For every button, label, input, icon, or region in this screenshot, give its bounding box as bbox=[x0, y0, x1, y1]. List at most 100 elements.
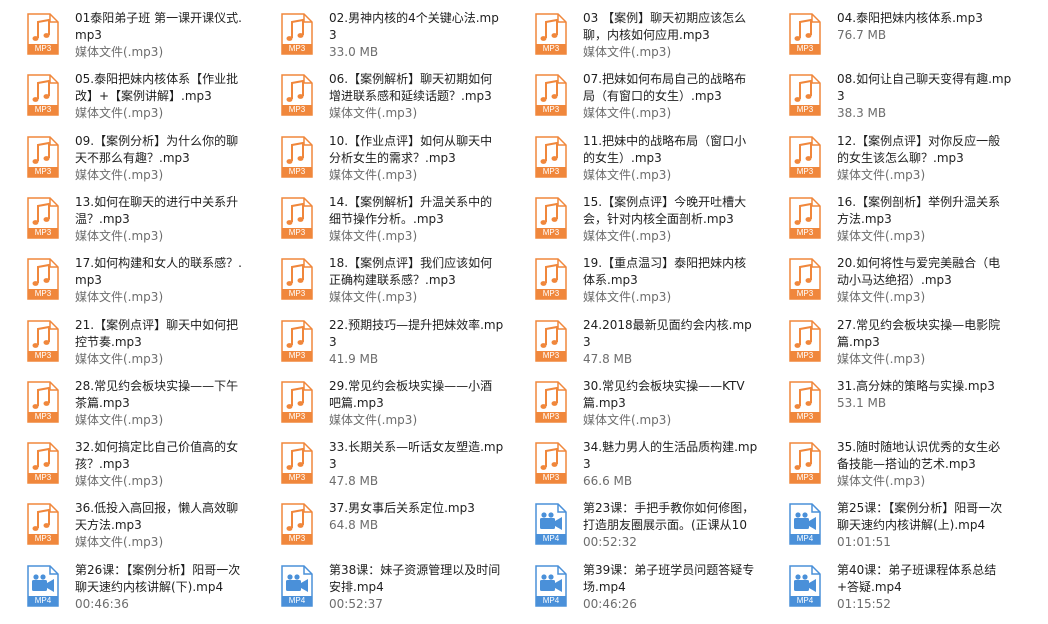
file-duration: 00:52:32 bbox=[583, 535, 637, 550]
file-text: 05.泰阳把妹内核体系【作业批改】+【案例讲解】.mp3 媒体文件(.mp3) bbox=[75, 71, 250, 122]
file-duration: 00:52:37 bbox=[329, 596, 383, 611]
file-item[interactable]: MP3 20.如何将性与爱完美融合（电动小马达绝招）.mp3 媒体文件(.mp3) bbox=[762, 249, 1012, 307]
file-name: 34.魅力男人的生活品质构建.mp3 bbox=[583, 440, 758, 472]
file-type-badge: MP3 bbox=[796, 473, 814, 483]
file-item[interactable]: MP3 30.常见约会板块实操——KTV篇.mp3 媒体文件(.mp3) bbox=[508, 372, 758, 430]
file-meta: 媒体文件(.mp3) bbox=[75, 535, 164, 550]
file-name: 15.【案例点评】今晚开吐槽大会，针对内核全面剖析.mp3 bbox=[583, 194, 747, 226]
mp4-video-icon: MP4 bbox=[27, 564, 59, 607]
file-type-badge: MP3 bbox=[34, 350, 52, 360]
file-name: 09.【案例分析】为什么你的聊天不那么有趣？.mp3 bbox=[75, 133, 239, 165]
file-type-badge: MP3 bbox=[288, 44, 306, 53]
file-type-badge: MP4 bbox=[288, 595, 306, 605]
file-text: 24.2018最新见面约会内核.mp3 47.8 MB bbox=[583, 317, 758, 368]
file-item[interactable]: MP3 12.【案例点评】对你反应一般的女生该怎么聊？.mp3 媒体文件(.mp3) bbox=[762, 127, 1012, 185]
file-type-badge: MP4 bbox=[796, 534, 814, 544]
mp3-file-icon: MP3 bbox=[535, 442, 567, 484]
file-type-badge: MP3 bbox=[796, 166, 814, 176]
file-item[interactable]: MP3 02.男神内核的4个关键心法.mp3 33.0 MB bbox=[254, 4, 504, 62]
file-meta: 47.8 MB bbox=[329, 474, 379, 489]
mp3-file-icon: MP3 bbox=[281, 319, 313, 362]
file-item[interactable]: MP4 第39课：弟子班学员问题答疑专场.mp4 00:46:26 bbox=[508, 556, 758, 614]
mp4-video-icon: MP4 bbox=[535, 564, 567, 607]
file-item[interactable]: MP3 32.如何搞定比自己价值高的女孩？.mp3 媒体文件(.mp3) bbox=[0, 433, 250, 491]
file-text: 37.男女事后关系定位.mp3 64.8 MB bbox=[329, 500, 504, 534]
file-item[interactable]: MP3 18.【案例点评】我们应该如何正确构建联系感？.mp3 媒体文件(.mp3) bbox=[254, 249, 504, 307]
file-item[interactable]: MP4 第38课：妹子资源管理以及时间安排.mp4 00:52:37 bbox=[254, 556, 504, 614]
file-item[interactable]: MP3 09.【案例分析】为什么你的聊天不那么有趣？.mp3 媒体文件(.mp3) bbox=[0, 127, 250, 185]
file-item[interactable]: MP3 28.常见约会板块实操——下午茶篇.mp3 媒体文件(.mp3) bbox=[0, 372, 250, 430]
file-name: 18.【案例点评】我们应该如何正确构建联系感？.mp3 bbox=[329, 256, 493, 288]
file-item[interactable]: MP4 第23课：手把手教你如何修图，打造朋友圈展示面。(正课从10分40... 0… bbox=[508, 494, 758, 552]
file-item[interactable]: MP4 第40课：弟子班课程体系总结+答疑.mp4 01:15:52 bbox=[762, 556, 1012, 614]
mp3-file-icon: MP3 bbox=[535, 74, 567, 117]
mp3-file-icon: MP3 bbox=[27, 319, 59, 362]
file-item[interactable]: MP3 37.男女事后关系定位.mp3 64.8 MB bbox=[254, 494, 504, 552]
mp3-file-icon: MP3 bbox=[789, 74, 821, 117]
file-item[interactable]: MP3 36.低投入高回报，懒人高效聊天方法.mp3 媒体文件(.mp3) bbox=[0, 494, 250, 552]
file-text: 17.如何构建和女人的联系感？.mp3 媒体文件(.mp3) bbox=[75, 255, 250, 306]
file-type-badge: MP3 bbox=[542, 350, 560, 360]
file-name: 03 【案例】聊天初期应该怎么聊，内核如何应用.mp3 bbox=[583, 11, 747, 42]
file-type-badge: MP3 bbox=[288, 289, 306, 299]
file-type-badge: MP3 bbox=[288, 227, 306, 237]
file-item[interactable]: MP3 07.把妹如何布局自己的战略布局（有窗口的女生）.mp3 媒体文件(.mp3… bbox=[508, 65, 758, 123]
file-text: 04.泰阳把妹内核体系.mp3 76.7 MB bbox=[837, 10, 1012, 44]
file-item[interactable]: MP3 19.【重点温习】泰阳把妹内核体系.mp3 媒体文件(.mp3) bbox=[508, 249, 758, 307]
file-item[interactable]: MP3 04.泰阳把妹内核体系.mp3 76.7 MB bbox=[762, 4, 1012, 62]
file-name: 10.【作业点评】如何从聊天中分析女生的需求？.mp3 bbox=[329, 133, 493, 165]
file-item[interactable]: MP4 第26课：【案例分析】阳哥一次聊天速约内核讲解(下).mp4 00:46:3… bbox=[0, 556, 250, 614]
file-name: 35.随时随地认识优秀的女生必备技能—搭讪的艺术.mp3 bbox=[837, 440, 1001, 472]
file-name: 36.低投入高回报，懒人高效聊天方法.mp3 bbox=[75, 501, 239, 533]
mp4-video-icon: MP4 bbox=[789, 503, 821, 546]
file-type-badge: MP4 bbox=[542, 534, 560, 544]
file-item[interactable]: MP3 24.2018最新见面约会内核.mp3 47.8 MB bbox=[508, 311, 758, 369]
mp4-video-icon: MP4 bbox=[281, 564, 313, 607]
file-type-badge: MP3 bbox=[34, 105, 52, 115]
file-text: 02.男神内核的4个关键心法.mp3 33.0 MB bbox=[329, 10, 504, 61]
file-name: 02.男神内核的4个关键心法.mp3 bbox=[329, 11, 499, 42]
file-text: 06.【案例解析】聊天初期如何增进联系感和延续话题？.mp3 媒体文件(.mp3) bbox=[329, 71, 504, 122]
file-item[interactable]: MP4 第25课：【案例分析】阳哥一次聊天速约内核讲解(上).mp4 01:01:5… bbox=[762, 494, 1012, 552]
file-name: 第23课：手把手教你如何修图，打造朋友圈展示面。(正课从10分40... bbox=[583, 501, 755, 533]
file-text: 13.如何在聊天的进行中关系升温？.mp3 媒体文件(.mp3) bbox=[75, 194, 250, 245]
file-item[interactable]: MP3 21.【案例点评】聊天中如何把控节奏.mp3 媒体文件(.mp3) bbox=[0, 311, 250, 369]
file-item[interactable]: MP3 29.常见约会板块实操——小酒吧篇.mp3 媒体文件(.mp3) bbox=[254, 372, 504, 430]
mp3-file-icon: MP3 bbox=[789, 442, 821, 484]
mp3-file-icon: MP3 bbox=[281, 503, 313, 546]
file-item[interactable]: MP3 01泰阳弟子班 第一课开课仪式.mp3 媒体文件(.mp3) bbox=[0, 4, 250, 62]
mp3-file-icon: MP3 bbox=[27, 442, 59, 484]
file-item[interactable]: MP3 16.【案例剖析】举例升温关系方法.mp3 媒体文件(.mp3) bbox=[762, 188, 1012, 246]
file-item[interactable]: MP3 34.魅力男人的生活品质构建.mp3 66.6 MB bbox=[508, 433, 758, 491]
file-item[interactable]: MP3 17.如何构建和女人的联系感？.mp3 媒体文件(.mp3) bbox=[0, 249, 250, 307]
file-meta: 33.0 MB bbox=[329, 45, 379, 59]
file-item[interactable]: MP3 13.如何在聊天的进行中关系升温？.mp3 媒体文件(.mp3) bbox=[0, 188, 250, 246]
file-text: 27.常见约会板块实操—电影院篇.mp3 媒体文件(.mp3) bbox=[837, 317, 1012, 368]
file-item[interactable]: MP3 08.如何让自己聊天变得有趣.mp3 38.3 MB bbox=[762, 65, 1012, 123]
file-text: 19.【重点温习】泰阳把妹内核体系.mp3 媒体文件(.mp3) bbox=[583, 255, 758, 306]
mp3-file-icon: MP3 bbox=[535, 135, 567, 178]
file-text: 第39课：弟子班学员问题答疑专场.mp4 00:46:26 bbox=[583, 562, 758, 613]
file-item[interactable]: MP3 31.高分妹的策略与实操.mp3 53.1 MB bbox=[762, 372, 1012, 430]
file-name: 22.预期技巧—提升把妹效率.mp3 bbox=[329, 317, 504, 349]
file-meta: 媒体文件(.mp3) bbox=[75, 351, 164, 366]
file-item[interactable]: MP3 27.常见约会板块实操—电影院篇.mp3 媒体文件(.mp3) bbox=[762, 311, 1012, 369]
file-item[interactable]: MP3 33.长期关系—听话女友塑造.mp3 47.8 MB bbox=[254, 433, 504, 491]
file-text: 18.【案例点评】我们应该如何正确构建联系感？.mp3 媒体文件(.mp3) bbox=[329, 255, 504, 306]
file-item[interactable]: MP3 10.【作业点评】如何从聊天中分析女生的需求？.mp3 媒体文件(.mp3) bbox=[254, 127, 504, 185]
file-name: 20.如何将性与爱完美融合（电动小马达绝招）.mp3 bbox=[837, 256, 1001, 288]
file-item[interactable]: MP3 05.泰阳把妹内核体系【作业批改】+【案例讲解】.mp3 媒体文件(.mp3… bbox=[0, 65, 250, 123]
file-name: 24.2018最新见面约会内核.mp3 bbox=[583, 317, 752, 349]
file-item[interactable]: MP3 03 【案例】聊天初期应该怎么聊，内核如何应用.mp3 媒体文件(.mp3) bbox=[508, 4, 758, 62]
file-meta: 媒体文件(.mp3) bbox=[75, 474, 164, 489]
file-item[interactable]: MP3 15.【案例点评】今晚开吐槽大会，针对内核全面剖析.mp3 媒体文件(.mp… bbox=[508, 188, 758, 246]
file-item[interactable]: MP3 14.【案例解析】升温关系中的细节操作分析。.mp3 媒体文件(.mp3) bbox=[254, 188, 504, 246]
file-name: 05.泰阳把妹内核体系【作业批改】+【案例讲解】.mp3 bbox=[75, 72, 239, 104]
file-item[interactable]: MP3 11.把妹中的战略布局（窗口小的女生）.mp3 媒体文件(.mp3) bbox=[508, 127, 758, 185]
file-type-badge: MP3 bbox=[542, 227, 560, 237]
file-item[interactable]: MP3 06.【案例解析】聊天初期如何增进联系感和延续话题？.mp3 媒体文件(.m… bbox=[254, 65, 504, 123]
file-meta: 媒体文件(.mp3) bbox=[329, 167, 418, 182]
file-item[interactable]: MP3 35.随时随地认识优秀的女生必备技能—搭讪的艺术.mp3 媒体文件(.mp3… bbox=[762, 433, 1012, 491]
mp3-file-icon: MP3 bbox=[27, 74, 59, 117]
file-item[interactable]: MP3 22.预期技巧—提升把妹效率.mp3 41.9 MB bbox=[254, 311, 504, 369]
